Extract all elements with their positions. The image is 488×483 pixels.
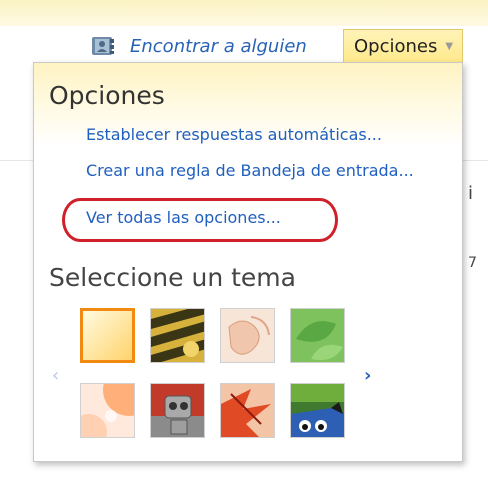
find-person-label: Encontrar a alguien: [130, 35, 307, 57]
previous-themes-arrow[interactable]: ‹: [52, 365, 59, 386]
options-menu-button[interactable]: Opciones ▼: [343, 29, 463, 63]
theme-thumbnail-monster[interactable]: [290, 383, 345, 438]
theme-heading: Seleccione un tema: [49, 263, 296, 292]
top-band: [0, 0, 488, 26]
clipped-page-text: i: [468, 183, 474, 204]
inbox-rule-link[interactable]: Crear una regla de Bandeja de entrada...: [86, 161, 414, 180]
address-book-icon: [90, 35, 116, 57]
theme-thumbnail-sun[interactable]: [80, 308, 135, 363]
theme-thumbnail-sketch[interactable]: [220, 308, 275, 363]
see-all-options-link[interactable]: Ver todas las opciones...: [86, 208, 281, 227]
options-tab-label: Opciones: [354, 36, 438, 57]
theme-thumbnail-leaves-green[interactable]: [290, 308, 345, 363]
next-themes-arrow[interactable]: ›: [364, 365, 371, 386]
auto-replies-link[interactable]: Establecer respuestas automáticas...: [86, 125, 382, 144]
theme-thumbnail-robot[interactable]: [150, 383, 205, 438]
screen: i 7 Encontrar a alguien Opciones ▼ Opcio…: [0, 0, 488, 483]
theme-thumbnail-bubbles[interactable]: [80, 383, 135, 438]
chevron-down-icon: ▼: [445, 41, 454, 52]
find-person-link[interactable]: Encontrar a alguien: [90, 32, 307, 60]
dropdown-title: Opciones: [49, 81, 165, 110]
options-dropdown: Opciones Establecer respuestas automátic…: [33, 62, 463, 462]
theme-thumbnail-autumn-leaves[interactable]: [220, 383, 275, 438]
clipped-page-text: 7: [468, 255, 477, 271]
theme-thumbnail-tiger[interactable]: [150, 308, 205, 363]
